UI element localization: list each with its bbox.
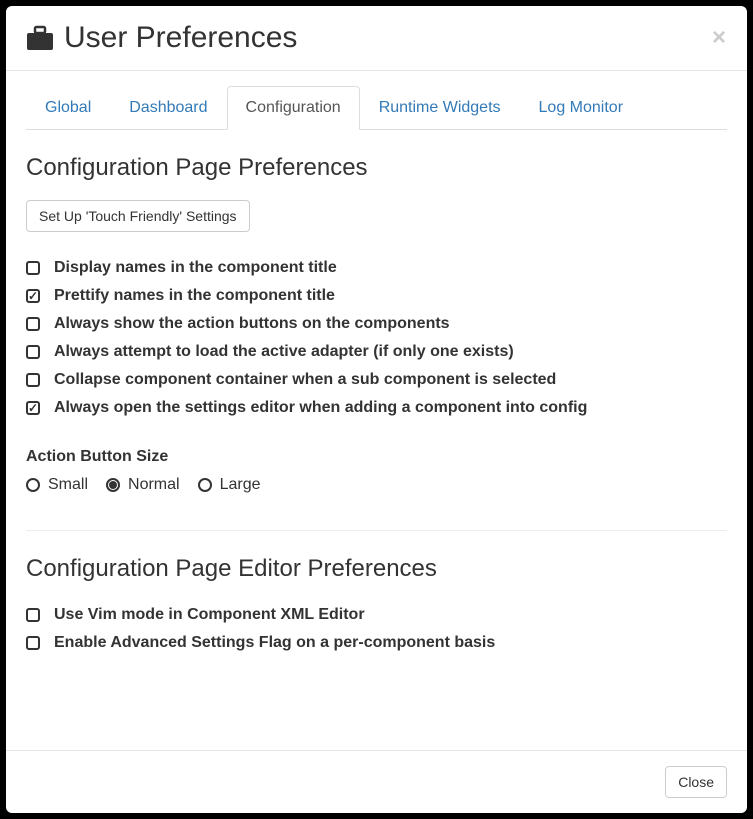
modal-title-row: User Preferences	[26, 21, 297, 55]
radio-large[interactable]: Large	[198, 476, 261, 494]
option-always-show-action-buttons[interactable]: Always show the action buttons on the co…	[26, 310, 727, 338]
action-button-size-label: Action Button Size	[26, 448, 727, 466]
option-label: Always attempt to load the active adapte…	[54, 343, 514, 361]
briefcase-icon	[26, 25, 54, 51]
radio-normal[interactable]: Normal	[106, 476, 180, 494]
modal-header: User Preferences ×	[6, 6, 747, 71]
option-prettify-names[interactable]: Prettify names in the component title	[26, 282, 727, 310]
option-open-settings-editor[interactable]: Always open the settings editor when add…	[26, 394, 727, 422]
option-load-active-adapter[interactable]: Always attempt to load the active adapte…	[26, 338, 727, 366]
radio-icon[interactable]	[198, 478, 212, 492]
section-config-page-prefs-title: Configuration Page Preferences	[26, 154, 727, 182]
checkbox-icon[interactable]	[26, 373, 40, 387]
radio-small[interactable]: Small	[26, 476, 88, 494]
checkbox-icon[interactable]	[26, 289, 40, 303]
modal-body: Global Dashboard Configuration Runtime W…	[6, 71, 747, 750]
option-label: Use Vim mode in Component XML Editor	[54, 606, 365, 624]
radio-label: Large	[220, 476, 261, 494]
tab-configuration[interactable]: Configuration	[227, 86, 360, 130]
checkbox-icon[interactable]	[26, 345, 40, 359]
option-label: Enable Advanced Settings Flag on a per-c…	[54, 634, 495, 652]
config-page-options: Display names in the component title Pre…	[26, 254, 727, 422]
checkbox-icon[interactable]	[26, 317, 40, 331]
option-label: Display names in the component title	[54, 259, 337, 277]
touch-friendly-settings-button[interactable]: Set Up 'Touch Friendly' Settings	[26, 200, 250, 232]
radio-icon[interactable]	[106, 478, 120, 492]
modal-title: User Preferences	[64, 21, 297, 55]
tab-log-monitor[interactable]: Log Monitor	[520, 86, 643, 130]
section-editor-prefs-title: Configuration Page Editor Preferences	[26, 555, 727, 583]
option-label: Prettify names in the component title	[54, 287, 335, 305]
modal-footer: Close	[6, 750, 747, 813]
user-preferences-modal: User Preferences × Global Dashboard Conf…	[6, 6, 747, 813]
checkbox-icon[interactable]	[26, 401, 40, 415]
close-icon[interactable]: ×	[706, 26, 732, 50]
checkbox-icon[interactable]	[26, 636, 40, 650]
close-button[interactable]: Close	[665, 766, 727, 798]
action-button-size-group: Small Normal Large	[26, 476, 727, 494]
checkbox-icon[interactable]	[26, 608, 40, 622]
option-collapse-container[interactable]: Collapse component container when a sub …	[26, 366, 727, 394]
option-label: Collapse component container when a sub …	[54, 371, 556, 389]
option-advanced-settings-flag[interactable]: Enable Advanced Settings Flag on a per-c…	[26, 629, 727, 657]
tab-runtime-widgets[interactable]: Runtime Widgets	[360, 86, 520, 130]
editor-options: Use Vim mode in Component XML Editor Ena…	[26, 601, 727, 657]
tab-bar: Global Dashboard Configuration Runtime W…	[26, 86, 727, 130]
radio-label: Normal	[128, 476, 180, 494]
radio-label: Small	[48, 476, 88, 494]
option-vim-mode[interactable]: Use Vim mode in Component XML Editor	[26, 601, 727, 629]
option-label: Always show the action buttons on the co…	[54, 315, 450, 333]
option-display-names[interactable]: Display names in the component title	[26, 254, 727, 282]
checkbox-icon[interactable]	[26, 261, 40, 275]
option-label: Always open the settings editor when add…	[54, 399, 587, 417]
tab-global[interactable]: Global	[26, 86, 110, 130]
radio-icon[interactable]	[26, 478, 40, 492]
divider	[26, 530, 727, 531]
tab-dashboard[interactable]: Dashboard	[110, 86, 226, 130]
